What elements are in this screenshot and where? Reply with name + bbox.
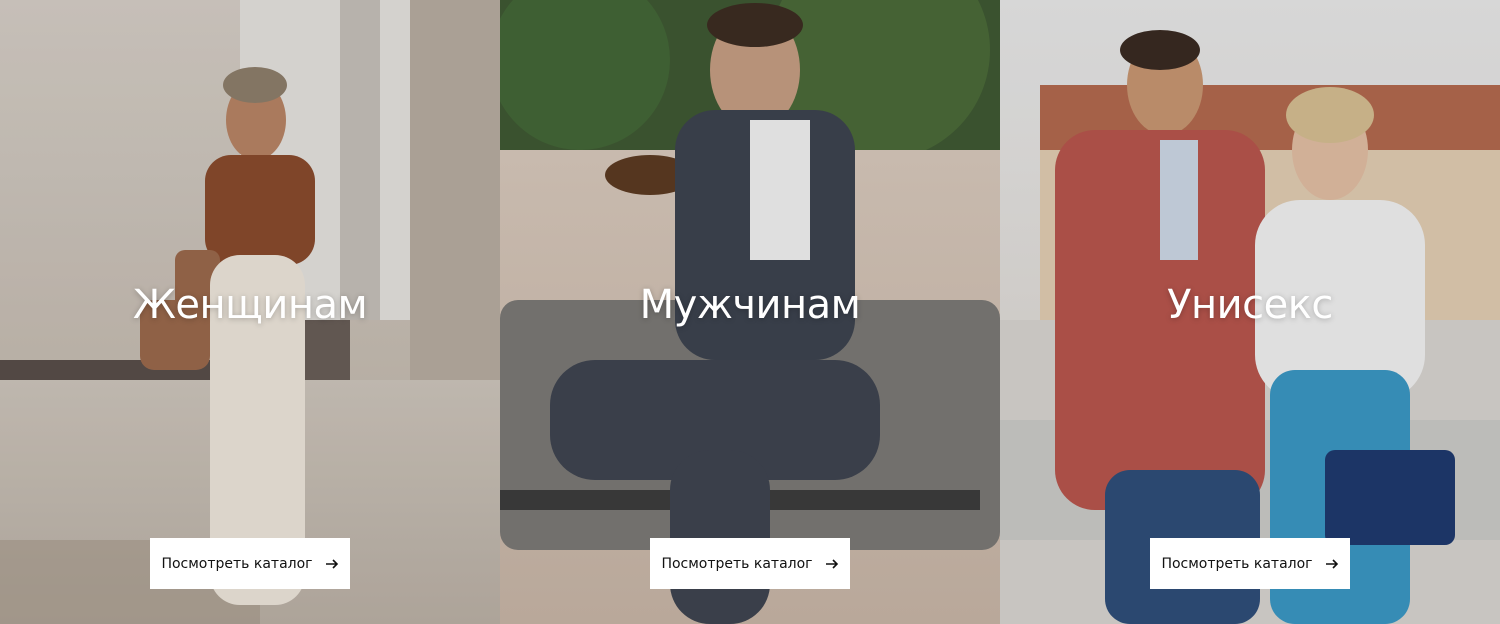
arrow-right-icon xyxy=(825,557,839,571)
category-card-unisex[interactable]: Унисекс Посмотреть каталог xyxy=(1000,0,1500,624)
category-title-women: Женщинам xyxy=(132,282,368,328)
view-catalog-button-women[interactable]: Посмотреть каталог xyxy=(150,538,350,589)
category-title-unisex: Унисекс xyxy=(1167,282,1333,328)
category-title-men: Мужчинам xyxy=(639,282,861,328)
view-catalog-label: Посмотреть каталог xyxy=(1161,555,1313,572)
view-catalog-label: Посмотреть каталог xyxy=(161,555,313,572)
view-catalog-button-men[interactable]: Посмотреть каталог xyxy=(650,538,850,589)
arrow-right-icon xyxy=(1325,557,1339,571)
view-catalog-button-unisex[interactable]: Посмотреть каталог xyxy=(1150,538,1350,589)
view-catalog-label: Посмотреть каталог xyxy=(661,555,813,572)
arrow-right-icon xyxy=(325,557,339,571)
category-grid: Женщинам Посмотреть каталог Мужчинам Пос… xyxy=(0,0,1500,624)
category-card-women[interactable]: Женщинам Посмотреть каталог xyxy=(0,0,500,624)
category-card-men[interactable]: Мужчинам Посмотреть каталог xyxy=(500,0,1000,624)
